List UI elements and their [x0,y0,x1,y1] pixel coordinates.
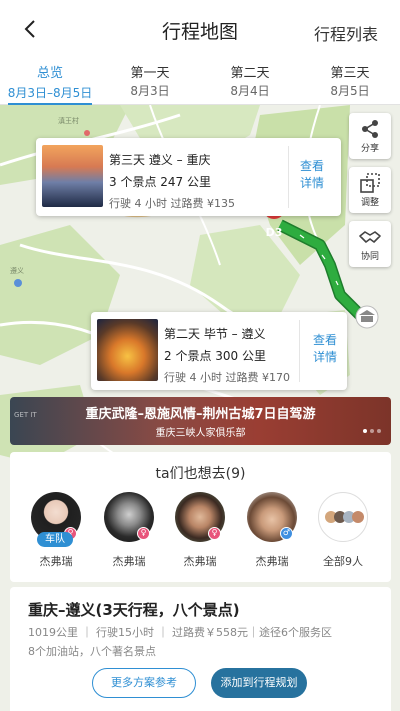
svg-text:滇王村: 滇王村 [58,116,79,125]
collaborate-label: 协同 [360,252,379,262]
adjust-button[interactable]: 调整 [349,167,391,213]
user-card[interactable]: ♀ 车队 杰弗瑞 [26,492,86,569]
user-card[interactable]: ♀ 杰弗瑞 [99,492,159,569]
adjust-label: 调整 [360,198,379,208]
view-details-link[interactable]: 查看详情 [300,158,324,192]
adjust-icon [360,173,380,193]
team-badge: 车队 [37,532,73,547]
female-icon: ♀ [208,527,221,540]
user-name: 杰弗瑞 [39,555,73,568]
plan-info: 1019公里 ｜ 行驶15小时 ｜ 过路费￥558元｜途径6个服务区 [28,626,332,639]
avatar-group [318,492,368,542]
divider [288,146,289,208]
wish-panel: ta们也想去(9) ♀ 车队 杰弗瑞 ♀ 杰弗瑞 ♀ 杰弗瑞 ♂ 杰弗瑞 全部9… [10,452,391,582]
route-spots: 3 个景点 247 公里 [109,175,211,189]
divider [299,320,300,382]
all-users-button[interactable]: 全部9人 [313,492,373,569]
day-tabs: 总览 8月3日–8月5日 第一天 8月3日 第二天 8月4日 第三天 8月5日 [0,58,400,105]
user-card[interactable]: ♂ 杰弗瑞 [242,492,302,569]
avatar: ♂ [247,492,297,542]
tab-label: 第三天 [330,66,370,81]
map-marker-d3[interactable]: D3 [263,223,285,243]
handshake-icon [359,231,381,243]
banner-pagination [360,418,381,437]
plan-summary: 重庆–遵义(3天行程，八个景点) 1019公里 ｜ 行驶15小时 ｜ 过路费￥5… [10,587,391,711]
banner-subtitle: 重庆三峡人家俱乐部 [155,428,246,439]
route-card-day3[interactable]: 第三天 遵义 – 重庆 3 个景点 247 公里 行驶 4 小时 过路费 ¥13… [36,138,341,216]
user-card[interactable]: ♀ 杰弗瑞 [170,492,230,569]
wish-title: ta们也想去(9) [155,466,246,482]
tab-day-2[interactable]: 第二天 8月4日 [200,58,300,104]
avatar: ♀ [104,492,154,542]
more-plans-button[interactable]: 更多方案参考 [92,668,196,698]
avatar: ♀ 车队 [31,492,81,547]
share-label: 分享 [360,144,379,154]
route-detail: 行驶 4 小时 过路费 ¥170 [164,371,290,384]
user-name: 杰弗瑞 [183,555,217,568]
view-details-link[interactable]: 查看详情 [313,332,337,366]
collaborate-button[interactable]: 协同 [349,221,391,267]
route-title: 第二天 毕节 – 遵义 [164,327,266,341]
avatar: ♀ [175,492,225,542]
header: 行程地图 行程列表 [0,0,400,58]
promo-banner[interactable]: GET IT 重庆武隆–恩施风情–荆州古城7日自驾游 重庆三峡人家俱乐部 [10,397,391,445]
route-title: 第三天 遵义 – 重庆 [109,153,211,167]
route-card-day2[interactable]: 第二天 毕节 – 遵义 2 个景点 300 公里 行驶 4 小时 过路费 ¥17… [91,312,347,390]
tab-overview[interactable]: 总览 8月3日–8月5日 [0,58,100,105]
tab-date: 8月4日 [230,84,270,98]
all-users-label: 全部9人 [323,555,363,568]
user-name: 杰弗瑞 [112,555,146,568]
tab-label: 第二天 [230,66,270,81]
route-thumbnail [42,145,103,207]
banner-title: 重庆武隆–恩施风情–荆州古城7日自驾游 [85,407,316,422]
tab-label: 总览 [36,66,63,81]
tab-date: 8月3日–8月5日 [7,85,93,105]
share-button[interactable]: 分享 [349,113,391,159]
user-name: 杰弗瑞 [255,555,289,568]
plan-info-secondary: 8个加油站，八个著名景点 [28,645,156,658]
svg-text:遵义: 遵义 [10,266,24,275]
tab-date: 8月3日 [130,84,170,98]
share-icon [362,120,378,138]
add-to-plan-button[interactable]: 添加到行程规划 [211,668,307,698]
tab-date: 8月5日 [330,84,370,98]
route-detail: 行驶 4 小时 过路费 ¥135 [109,197,235,210]
route-spots: 2 个景点 300 公里 [164,349,266,363]
tab-day-1[interactable]: 第一天 8月3日 [100,58,200,104]
trip-list-link[interactable]: 行程列表 [314,21,378,45]
route-thumbnail [97,319,158,381]
female-icon: ♀ [137,527,150,540]
tab-day-3[interactable]: 第三天 8月5日 [300,58,400,104]
plan-title: 重庆–遵义(3天行程，八个景点) [28,601,240,619]
tab-label: 第一天 [130,66,170,81]
male-icon: ♂ [280,527,293,540]
